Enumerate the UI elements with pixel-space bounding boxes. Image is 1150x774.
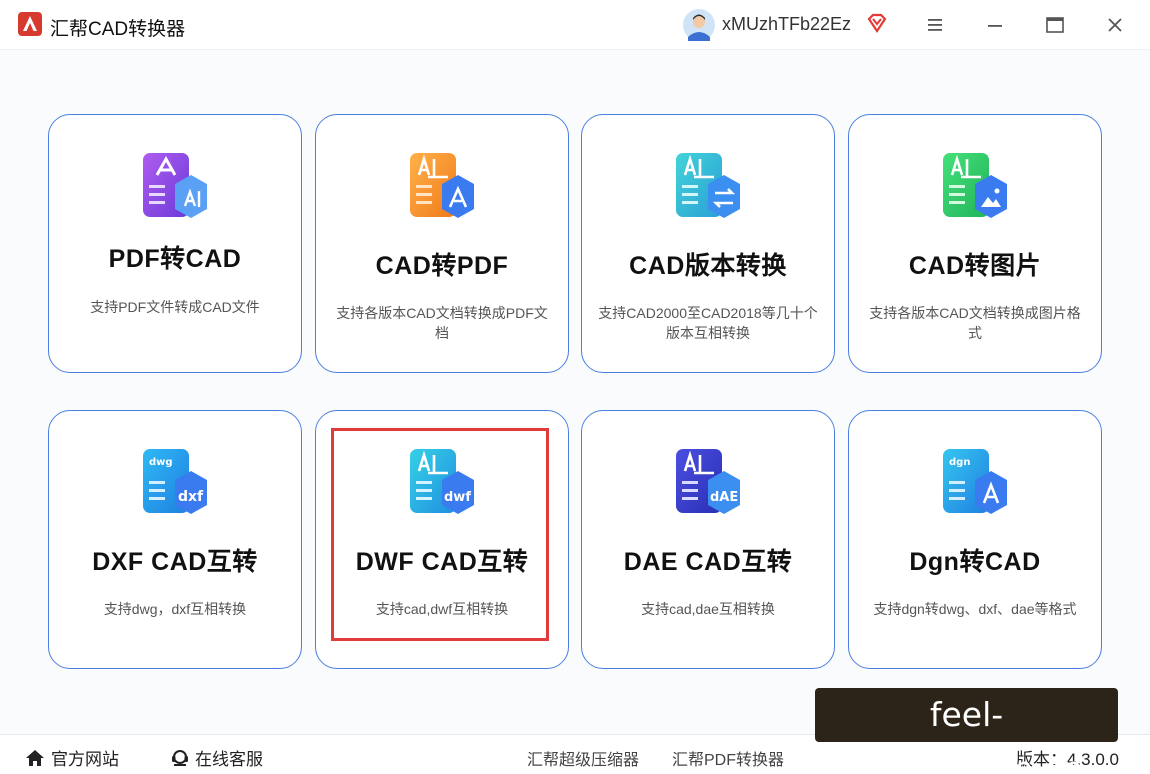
card-title: DWF CAD互转 [355, 548, 529, 576]
maximize-icon[interactable] [1044, 14, 1066, 36]
title-bar: 汇帮CAD转换器 xMUzhTFb22Ez [0, 0, 1150, 50]
username[interactable]: xMUzhTFb22Ez [722, 14, 851, 35]
card-cad-to-pdf[interactable]: CAD转PDF 支持各版本CAD文档转换成PDF文档 [315, 114, 569, 373]
card-desc: 支持dwg，dxf互相转换 [103, 601, 247, 617]
compressor-link[interactable]: 汇帮超级压缩器 [527, 746, 639, 770]
home-icon [26, 749, 44, 766]
card-dwf[interactable]: dwf DWF CAD互转 支持cad,dwf互相转换 [315, 410, 569, 669]
card-desc: 支持cad,dae互相转换 [641, 601, 775, 617]
card-title: CAD转PDF [375, 252, 509, 280]
vip-diamond-icon[interactable] [866, 12, 888, 34]
card-desc: 支持dgn转dwg、dxf、dae等格式 [873, 601, 1077, 617]
card-title: DAE CAD互转 [623, 548, 793, 576]
card-pdf-to-cad[interactable]: PDF转CAD 支持PDF文件转成CAD文件 [48, 114, 302, 373]
official-site-link[interactable]: 官方网站 [24, 745, 119, 770]
avatar[interactable] [683, 9, 715, 41]
menu-icon[interactable] [924, 14, 946, 36]
app-logo-icon [18, 12, 42, 36]
dae-icon: dAE [676, 449, 740, 514]
dgn-icon: dgn [943, 449, 1007, 514]
card-dxf[interactable]: dwg dxf DXF CAD互转 支持dwg，dxf互相转换 [48, 410, 302, 669]
card-title: CAD版本转换 [629, 252, 787, 280]
card-dgn[interactable]: dgn Dgn转CAD 支持dgn转dwg、dxf、dae等格式 [848, 410, 1102, 669]
dwf-icon: dwf [410, 449, 474, 514]
dxf-icon: dwg dxf [143, 449, 207, 514]
pdf-to-cad-icon [143, 153, 207, 218]
close-icon[interactable] [1104, 14, 1126, 36]
svg-text:dwf: dwf [444, 490, 471, 505]
card-desc: 支持PDF文件转成CAD文件 [90, 299, 260, 315]
app-title: 汇帮CAD转换器 [50, 19, 186, 40]
card-desc: 支持各版本CAD文档转换成图片格式 [869, 305, 1081, 341]
svg-text:dxf: dxf [178, 489, 204, 505]
card-cad-to-image[interactable]: CAD转图片 支持各版本CAD文档转换成图片格式 [848, 114, 1102, 373]
card-desc: 支持cad,dwf互相转换 [375, 601, 509, 617]
card-title: DXF CAD互转 [92, 548, 258, 576]
online-service-link[interactable]: 在线客服 [170, 745, 263, 770]
watermark: feel-sports.com.cn [815, 688, 1118, 774]
card-cad-version[interactable]: CAD版本转换 支持CAD2000至CAD2018等几十个版本互相转换 [581, 114, 835, 373]
card-desc: 支持各版本CAD文档转换成PDF文档 [336, 305, 548, 341]
official-site-label: 官方网站 [51, 750, 119, 769]
svg-text:dAE: dAE [710, 490, 738, 505]
cad-version-icon [676, 153, 740, 218]
cad-to-pdf-icon [410, 153, 474, 218]
cad-to-image-icon [943, 153, 1007, 218]
card-title: CAD转图片 [908, 252, 1042, 280]
online-service-label: 在线客服 [195, 750, 263, 769]
svg-text:dgn: dgn [949, 457, 970, 468]
minimize-icon[interactable] [984, 14, 1006, 36]
headset-icon [172, 749, 188, 766]
pdf-converter-link[interactable]: 汇帮PDF转换器 [672, 746, 784, 770]
card-title: Dgn转CAD [909, 548, 1041, 576]
card-desc: 支持CAD2000至CAD2018等几十个版本互相转换 [598, 305, 818, 341]
card-title: PDF转CAD [108, 245, 242, 273]
card-dae[interactable]: dAE DAE CAD互转 支持cad,dae互相转换 [581, 410, 835, 669]
svg-text:dwg: dwg [149, 457, 173, 468]
